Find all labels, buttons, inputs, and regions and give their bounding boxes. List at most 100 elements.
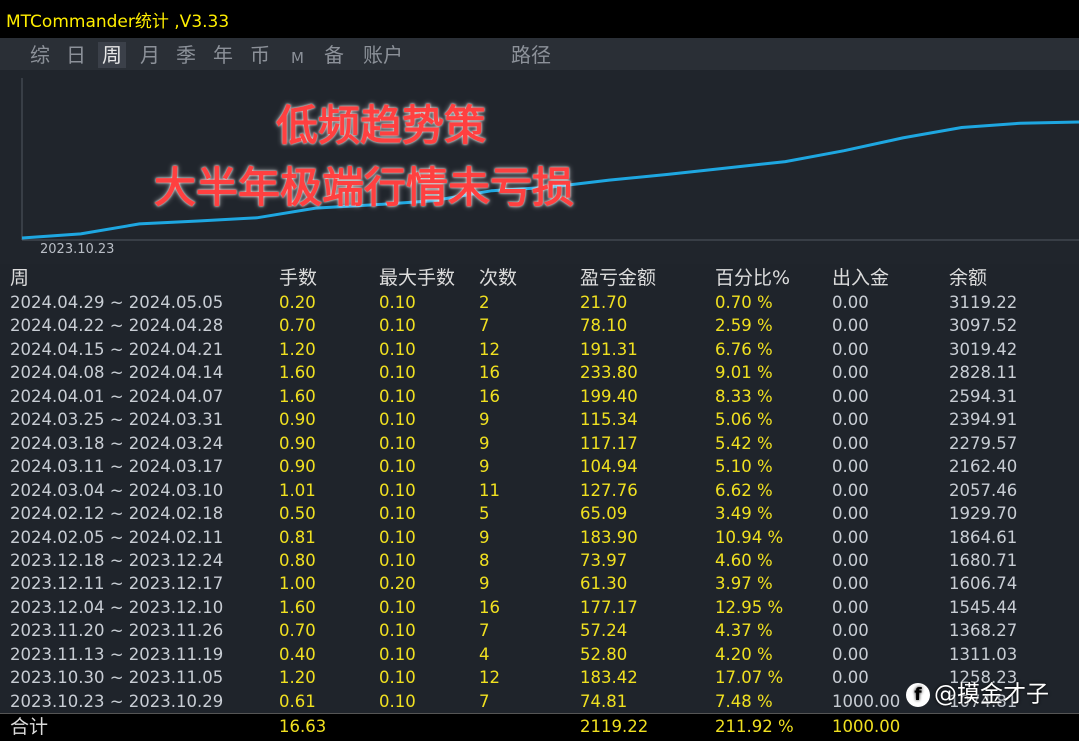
tab-currency[interactable]: 币: [246, 42, 274, 68]
cell-trades: 4: [479, 644, 490, 664]
cell-balance: 1368.27: [949, 621, 1018, 641]
cell-week: 2023.12.11 ~ 2023.12.17: [10, 574, 224, 594]
table-row[interactable]: 2023.12.04 ~ 2023.12.10 1.60 0.10 16 177.17 1…: [0, 596, 1079, 620]
cell-max-lots: 0.10: [379, 457, 416, 477]
cell-week: 2023.11.13 ~ 2023.11.19: [10, 644, 224, 664]
cell-deposit: 0.00: [832, 410, 869, 430]
table-row[interactable]: 2024.03.25 ~ 2024.03.31 0.90 0.10 9 115.34 5.…: [0, 408, 1079, 432]
cell-deposit: 0.00: [832, 597, 869, 617]
cell-week: 2024.04.15 ~ 2024.04.21: [10, 339, 224, 359]
cell-lots: 0.90: [279, 457, 316, 477]
tab-backup[interactable]: 备: [320, 42, 348, 68]
cell-max-lots: 0.10: [379, 668, 416, 688]
cell-max-lots: 0.10: [379, 433, 416, 453]
cell-trades: 16: [479, 597, 500, 617]
tab-path[interactable]: 路径: [507, 42, 555, 68]
cell-percent: 3.97 %: [715, 574, 773, 594]
table-row[interactable]: 2023.11.20 ~ 2023.11.26 0.70 0.10 7 57.24 4.3…: [0, 619, 1079, 643]
cell-trades: 7: [479, 691, 490, 711]
table-row[interactable]: 2024.03.11 ~ 2024.03.17 0.90 0.10 9 104.94 5.…: [0, 455, 1079, 479]
cell-trades: 8: [479, 550, 490, 570]
cell-deposit: 0.00: [832, 527, 869, 547]
tab-week[interactable]: 周: [98, 42, 126, 68]
table-row[interactable]: 2024.04.01 ~ 2024.04.07 1.60 0.10 16 199.40 8…: [0, 385, 1079, 409]
table-row[interactable]: 2024.02.05 ~ 2024.02.11 0.81 0.10 9 183.90 10…: [0, 526, 1079, 550]
cell-percent: 4.37 %: [715, 621, 773, 641]
header-deposit[interactable]: 出入金: [832, 264, 889, 292]
cell-deposit: 0.00: [832, 504, 869, 524]
tab-summary[interactable]: 综: [26, 42, 54, 68]
table-row[interactable]: 2024.04.15 ~ 2024.04.21 1.20 0.10 12 191.31 6…: [0, 338, 1079, 362]
cell-lots: 0.81: [279, 527, 316, 547]
header-balance[interactable]: 余额: [949, 264, 987, 292]
table-row[interactable]: 2024.04.29 ~ 2024.05.05 0.20 0.10 2 21.70 0.7…: [0, 291, 1079, 315]
cell-deposit: 0.00: [832, 316, 869, 336]
cell-week: 2024.03.11 ~ 2024.03.17: [10, 457, 224, 477]
header-trades[interactable]: 次数: [479, 264, 517, 292]
cell-profit: 78.10: [580, 316, 628, 336]
header-lots[interactable]: 手数: [279, 264, 317, 292]
table-row[interactable]: 2024.04.22 ~ 2024.04.28 0.70 0.10 7 78.10 2.5…: [0, 314, 1079, 338]
cell-week: 2024.04.08 ~ 2024.04.14: [10, 363, 224, 383]
table-row[interactable]: 2024.02.12 ~ 2024.02.18 0.50 0.10 5 65.09 3.4…: [0, 502, 1079, 526]
table-row[interactable]: 2023.12.11 ~ 2023.12.17 1.00 0.20 9 61.30 3.9…: [0, 572, 1079, 596]
weekly-stats-table: 周 手数 最大手数 次数 盈亏金额 百分比% 出入金 余额 2024.04.29…: [0, 264, 1079, 741]
header-week[interactable]: 周: [10, 264, 29, 292]
tab-day[interactable]: 日: [62, 42, 90, 68]
cell-max-lots: 0.10: [379, 597, 416, 617]
cell-week: 2023.12.18 ~ 2023.12.24: [10, 550, 224, 570]
table-row[interactable]: 2024.03.18 ~ 2024.03.24 0.90 0.10 9 117.17 5.…: [0, 432, 1079, 456]
chart-start-date: 2023.10.23: [40, 242, 115, 257]
cell-balance: 1680.71: [949, 550, 1018, 570]
cell-max-lots: 0.10: [379, 363, 416, 383]
cell-profit: 104.94: [580, 457, 638, 477]
cell-lots: 0.61: [279, 691, 316, 711]
cell-percent: 6.76 %: [715, 339, 773, 359]
cell-lots: 1.00: [279, 574, 316, 594]
cell-trades: 9: [479, 527, 490, 547]
cell-lots: 0.90: [279, 410, 316, 430]
tab-month[interactable]: 月: [136, 42, 164, 68]
cell-max-lots: 0.10: [379, 339, 416, 359]
cell-max-lots: 0.10: [379, 691, 416, 711]
cell-deposit: 0.00: [832, 457, 869, 477]
cell-week: 2024.03.18 ~ 2024.03.24: [10, 433, 224, 453]
cell-deposit: 0.00: [832, 433, 869, 453]
cell-lots: 0.70: [279, 621, 316, 641]
table-row[interactable]: 2024.03.04 ~ 2024.03.10 1.01 0.10 11 127.76 6…: [0, 479, 1079, 503]
header-max-lots[interactable]: 最大手数: [379, 264, 455, 292]
overlay-caption-line1: 低频趋势策: [276, 101, 487, 150]
watermark: f @摸金才子: [906, 676, 1049, 712]
header-profit[interactable]: 盈亏金额: [580, 264, 656, 292]
cell-balance: 3119.22: [949, 293, 1018, 312]
cell-week: 2023.12.04 ~ 2023.12.10: [10, 597, 224, 617]
tab-bar: 综 日 周 月 季 年 币 M 备 账户 路径: [0, 38, 1079, 70]
tab-quarter[interactable]: 季: [172, 42, 200, 68]
cell-percent: 4.20 %: [715, 644, 773, 664]
tab-year[interactable]: 年: [209, 42, 237, 68]
watermark-logo-icon: f: [906, 682, 930, 707]
table-header: 周 手数 最大手数 次数 盈亏金额 百分比% 出入金 余额: [0, 264, 1079, 289]
cell-balance: 2057.46: [949, 480, 1018, 500]
cell-max-lots: 0.20: [379, 574, 416, 594]
cell-max-lots: 0.10: [379, 410, 416, 430]
cell-trades: 7: [479, 316, 490, 336]
table-row[interactable]: 2024.04.08 ~ 2024.04.14 1.60 0.10 16 233.80 9…: [0, 361, 1079, 385]
cell-max-lots: 0.10: [379, 527, 416, 547]
cell-profit: 73.97: [580, 550, 628, 570]
cell-percent: 8.33 %: [715, 386, 773, 406]
watermark-text: @摸金才子: [934, 681, 1049, 708]
cell-lots: 0.80: [279, 550, 316, 570]
cell-balance: 2279.57: [949, 433, 1018, 453]
header-percent[interactable]: 百分比%: [715, 264, 790, 292]
tab-account[interactable]: 账户: [359, 42, 407, 68]
cell-profit: 57.24: [580, 621, 628, 641]
table-row[interactable]: 2023.12.18 ~ 2023.12.24 0.80 0.10 8 73.97 4.6…: [0, 549, 1079, 573]
cell-max-lots: 0.10: [379, 644, 416, 664]
table-row[interactable]: 2023.11.13 ~ 2023.11.19 0.40 0.10 4 52.80 4.2…: [0, 643, 1079, 667]
cell-deposit: 0.00: [832, 386, 869, 406]
app-title: MTCommander统计 ,V3.33: [6, 12, 230, 32]
tab-m[interactable]: M: [287, 45, 308, 71]
cell-week: 2024.02.05 ~ 2024.02.11: [10, 527, 224, 547]
cell-trades: 2: [479, 293, 490, 312]
